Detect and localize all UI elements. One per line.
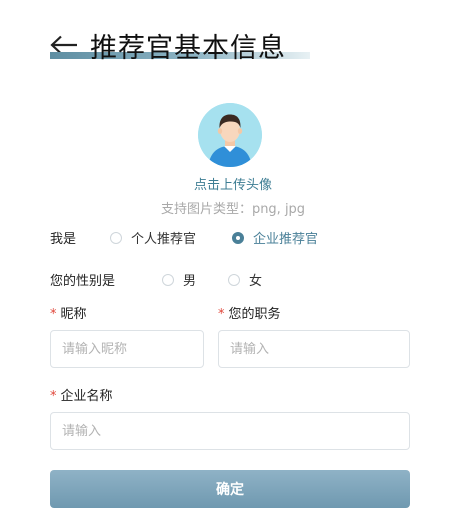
confirm-button[interactable]: 确定 xyxy=(50,470,410,508)
radio-gender-female[interactable]: 女 xyxy=(228,270,262,289)
radio-circle-icon xyxy=(162,273,174,286)
gender-label: 您的性别是 xyxy=(50,274,116,289)
radio-checked-icon xyxy=(232,231,244,244)
user-avatar-icon xyxy=(198,103,262,167)
position-label-text: 您的职务 xyxy=(228,307,281,322)
radio-circle-icon xyxy=(228,273,240,286)
radio-gender-male[interactable]: 男 xyxy=(162,270,196,289)
radio-circle-icon xyxy=(110,231,122,244)
company-name-input[interactable] xyxy=(50,412,410,450)
radio-personal-recommender[interactable]: 个人推荐官 xyxy=(110,228,196,247)
upload-hint-text: 支持图片类型：png, jpg xyxy=(160,202,306,217)
radio-label: 个人推荐官 xyxy=(131,232,197,247)
company-label-text: 企业名称 xyxy=(60,389,113,404)
upload-avatar-link[interactable]: 点击上传头像 xyxy=(0,174,466,193)
radio-label: 女 xyxy=(249,274,263,289)
required-mark: * xyxy=(50,307,57,322)
required-mark: * xyxy=(218,307,225,322)
identity-label: 我是 xyxy=(50,232,77,247)
required-mark: * xyxy=(50,389,57,404)
avatar-upload[interactable] xyxy=(198,103,262,167)
nickname-label-text: 昵称 xyxy=(60,307,87,322)
nickname-label: * 昵称 xyxy=(50,303,87,322)
nickname-input[interactable] xyxy=(50,330,204,368)
position-input[interactable] xyxy=(218,330,410,368)
page-title: 推荐官基本信息 xyxy=(90,32,286,64)
radio-label: 企业推荐官 xyxy=(253,232,319,247)
radio-label: 男 xyxy=(183,274,197,289)
radio-enterprise-recommender[interactable]: 企业推荐官 xyxy=(232,228,318,247)
position-label: * 您的职务 xyxy=(218,303,281,322)
company-label: * 企业名称 xyxy=(50,385,113,404)
